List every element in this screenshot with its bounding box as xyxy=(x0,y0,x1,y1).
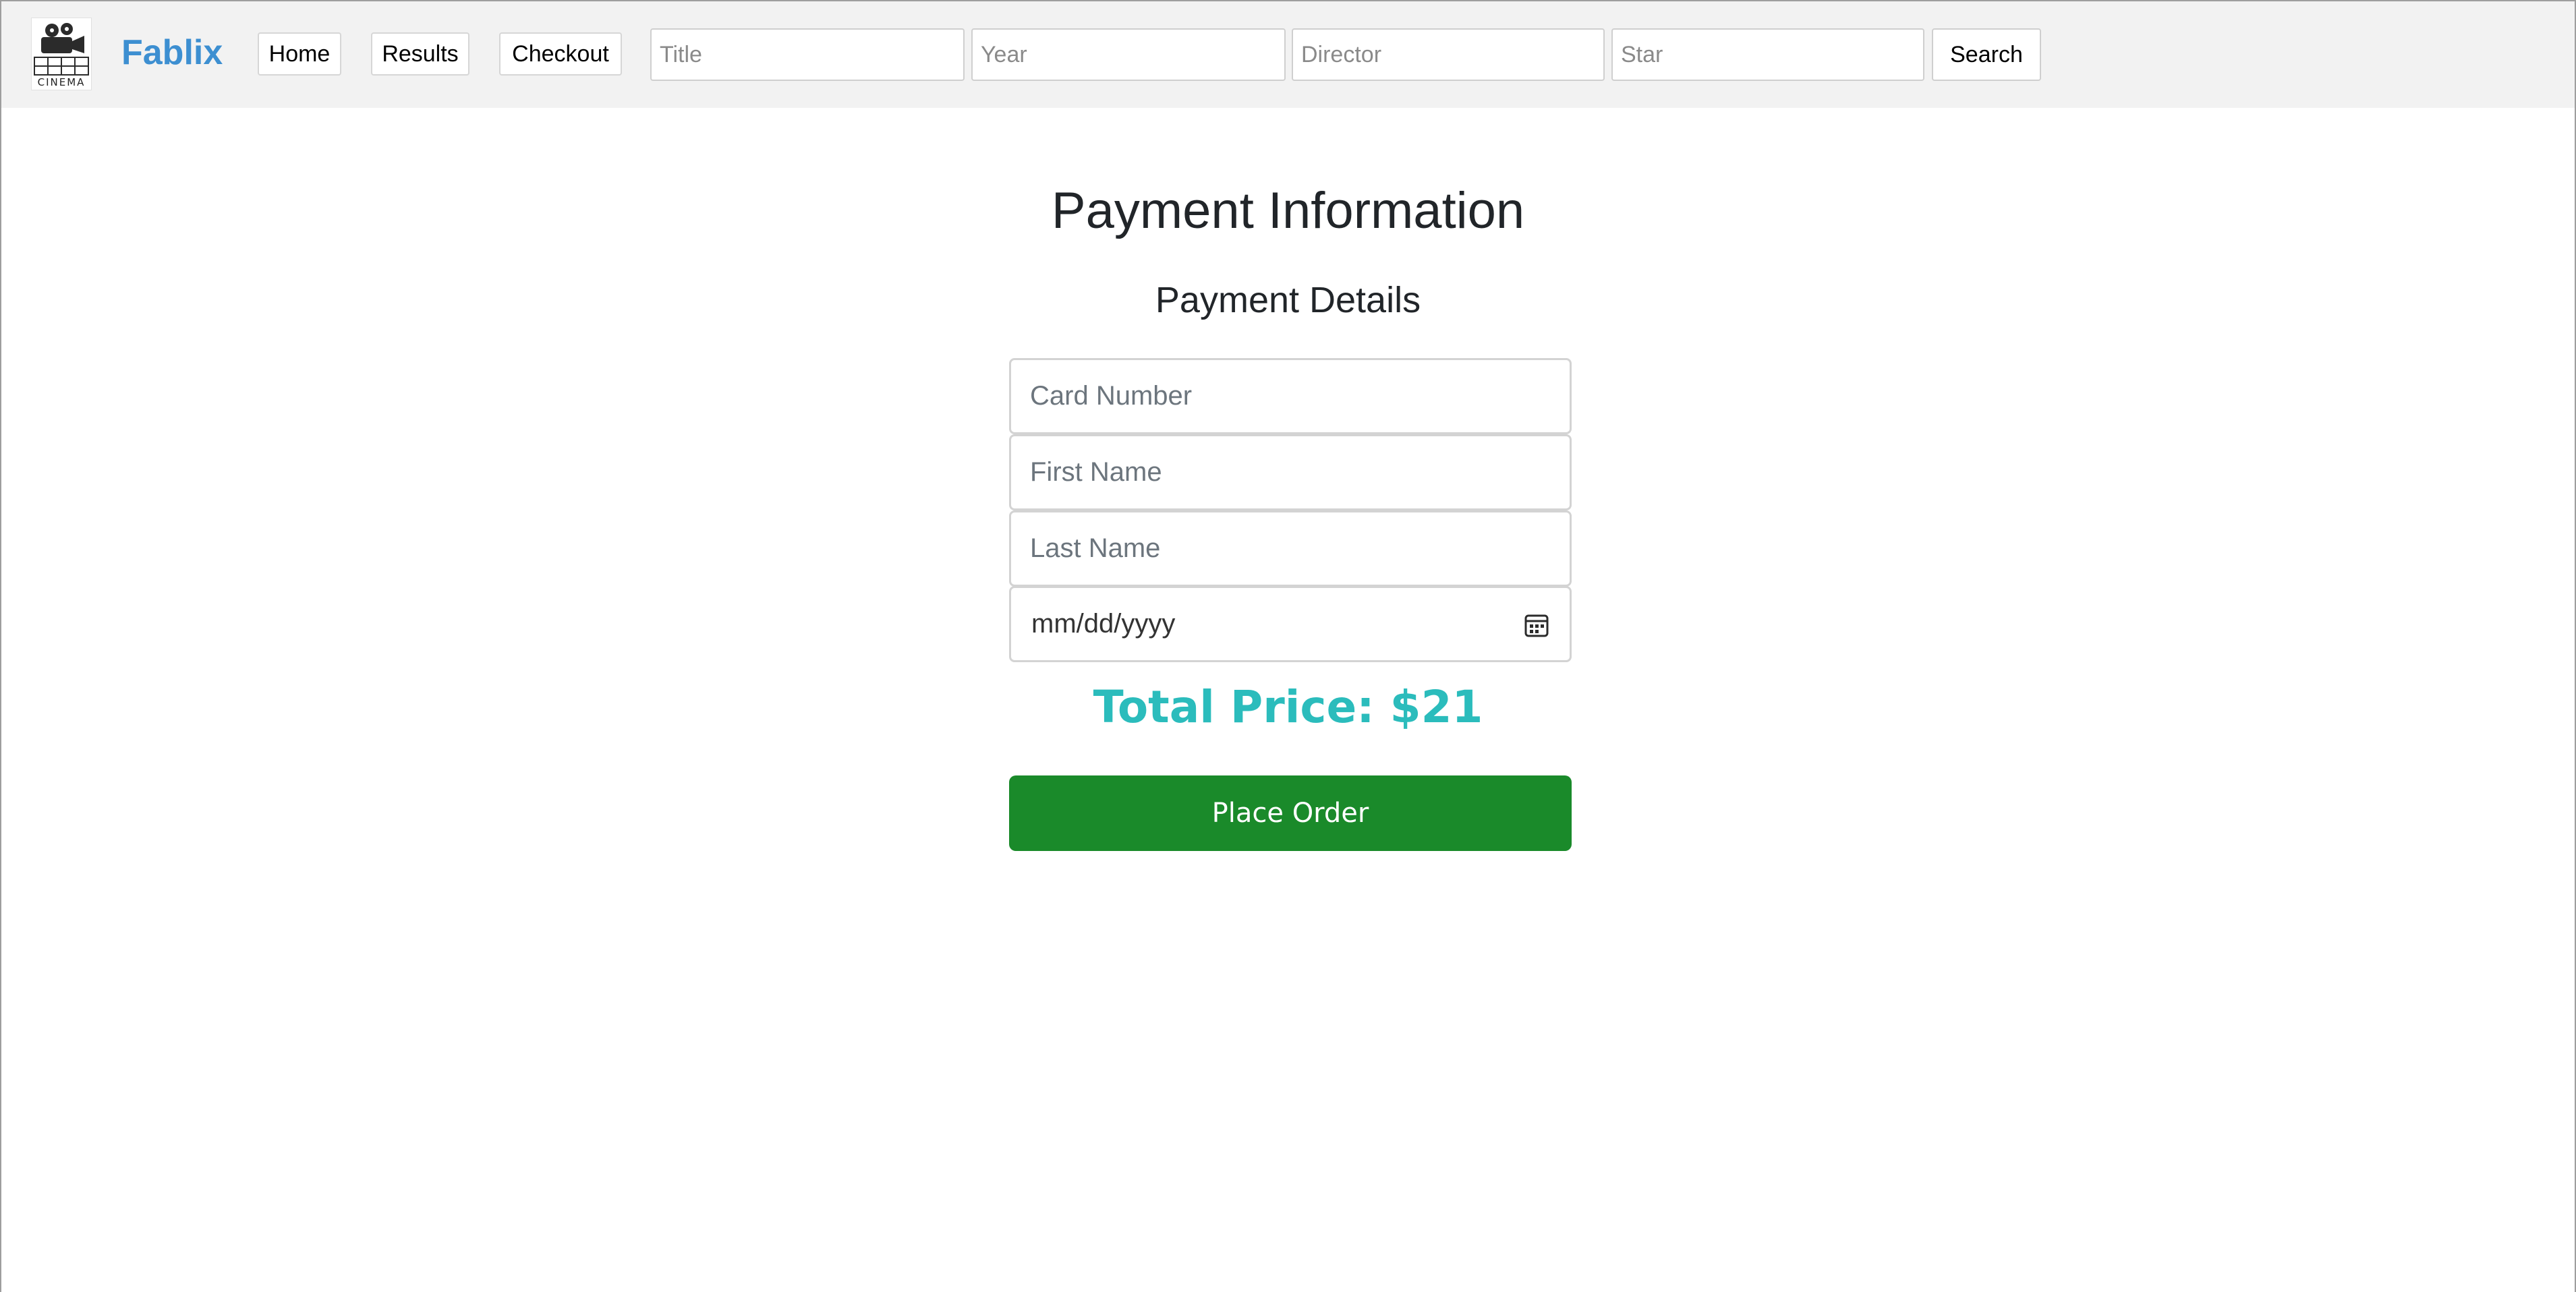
search-star-input[interactable] xyxy=(1611,28,1924,81)
expiration-date-placeholder: mm/dd/yyyy xyxy=(1031,609,1176,639)
place-order-button[interactable]: Place Order xyxy=(1009,775,1572,851)
card-number-field[interactable] xyxy=(1009,358,1572,434)
search-year-input[interactable] xyxy=(971,28,1286,81)
logo-caption: CINEMA xyxy=(37,76,86,88)
page-title: Payment Information xyxy=(1051,182,1525,239)
calendar-icon[interactable] xyxy=(1524,612,1549,638)
nav-checkout-button[interactable]: Checkout xyxy=(499,32,622,76)
search-title-input[interactable] xyxy=(650,28,965,81)
last-name-field[interactable] xyxy=(1009,510,1572,587)
nav-results-button[interactable]: Results xyxy=(371,32,469,76)
search-button[interactable]: Search xyxy=(1932,28,2041,81)
expiration-date-field[interactable]: mm/dd/yyyy xyxy=(1009,586,1572,662)
cinema-logo[interactable]: CINEMA xyxy=(31,18,92,90)
section-subtitle: Payment Details xyxy=(1155,280,1421,320)
top-navbar: CINEMA Fablix Home Results Checkout Sear… xyxy=(1,1,2575,108)
total-price: Total Price: $21 xyxy=(1093,681,1483,733)
search-director-input[interactable] xyxy=(1292,28,1605,81)
page: CINEMA Fablix Home Results Checkout Sear… xyxy=(0,0,2576,1292)
brand-name[interactable]: Fablix xyxy=(121,32,223,73)
first-name-field[interactable] xyxy=(1009,434,1572,510)
nav-home-button[interactable]: Home xyxy=(258,32,341,76)
